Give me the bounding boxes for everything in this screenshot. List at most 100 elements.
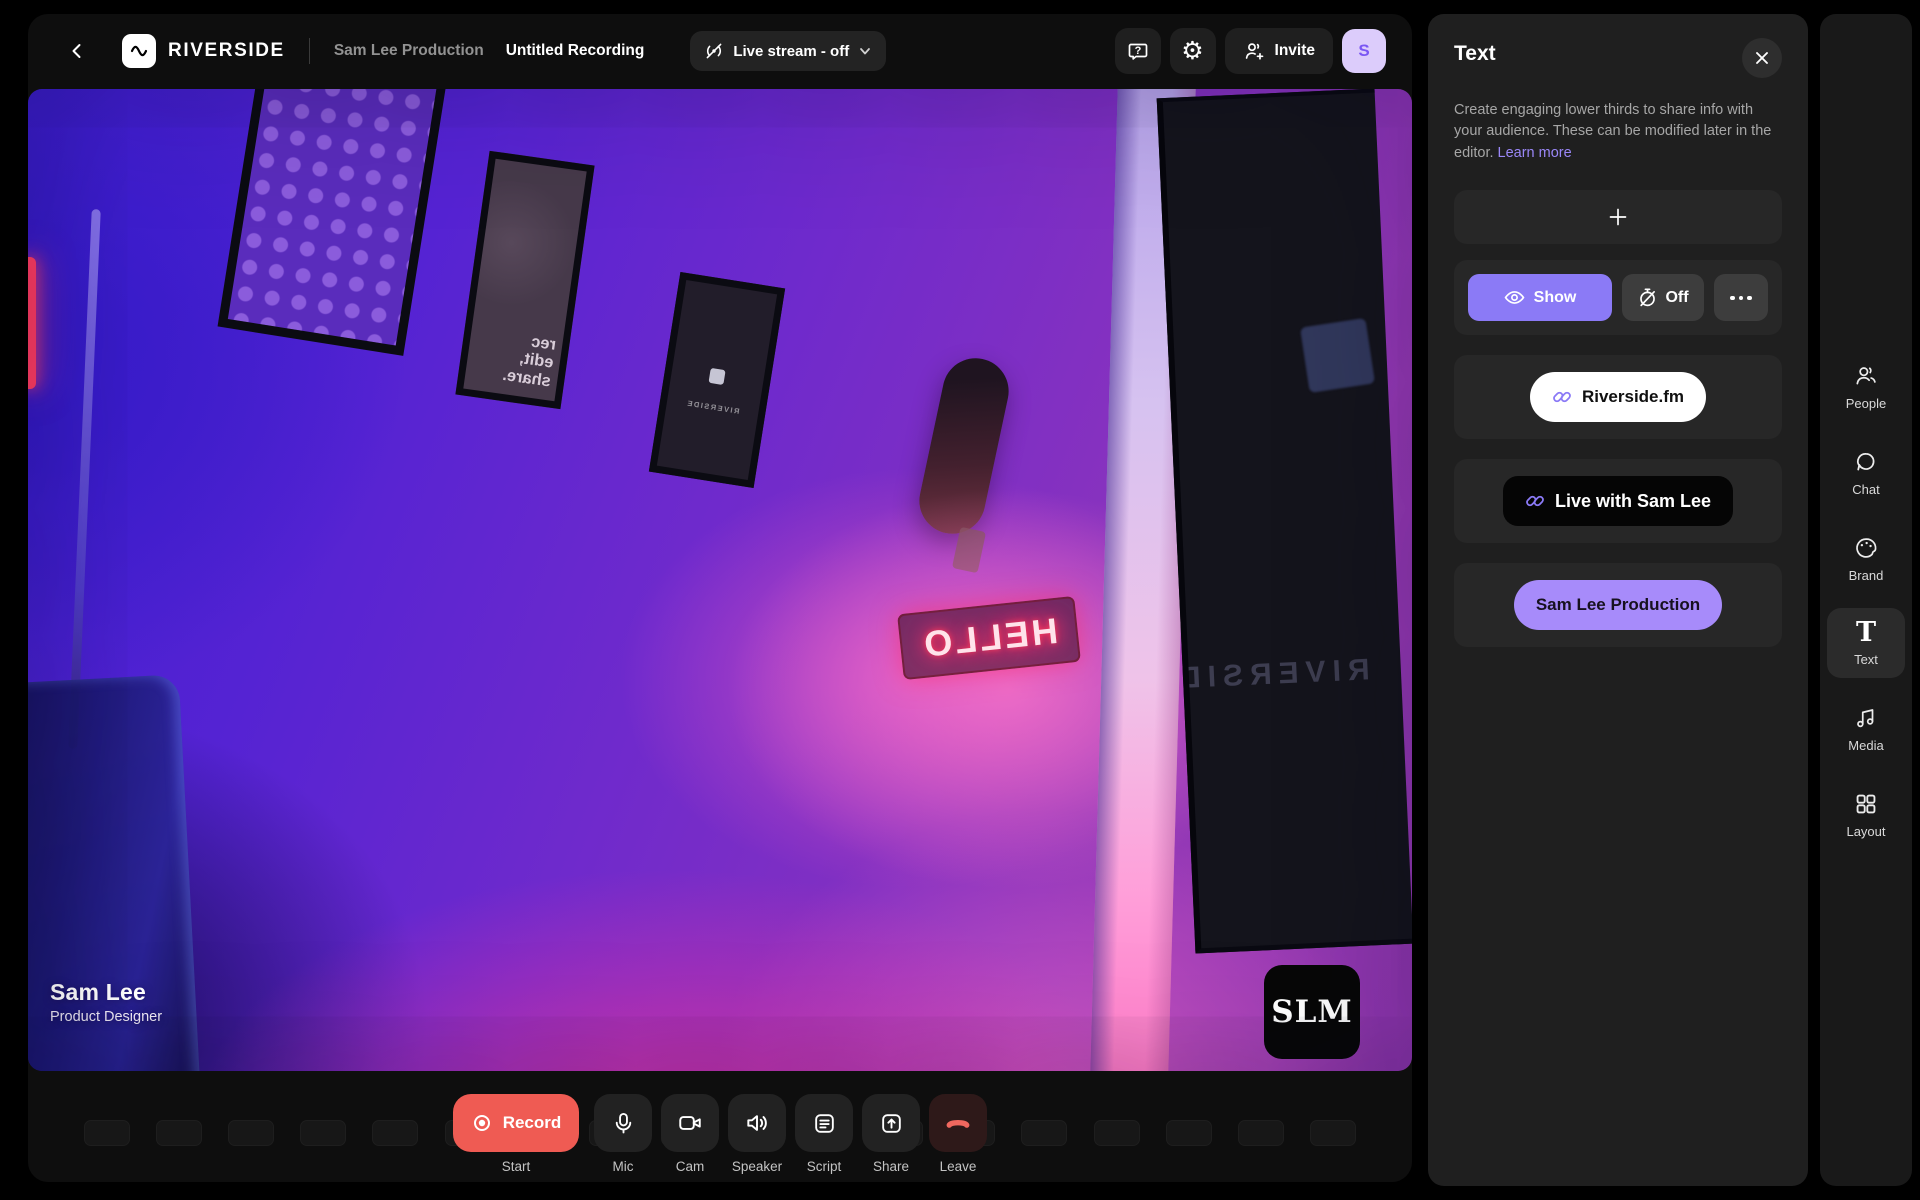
leave-phone-icon — [944, 1109, 972, 1137]
sidebar-item-people[interactable]: People — [1827, 350, 1905, 422]
hello-neon-sign: HELLO — [897, 596, 1081, 680]
frame-logo-mark — [1300, 318, 1375, 393]
invite-person-plus-icon — [1243, 40, 1265, 62]
leave-button[interactable] — [929, 1094, 987, 1152]
sidebar-item-media[interactable]: Media — [1827, 692, 1905, 764]
main-stage: RIVERSIDE Sam Lee Production Untitled Re… — [28, 14, 1412, 1182]
plus-icon — [1607, 206, 1629, 228]
panel-title: Text — [1454, 42, 1496, 66]
live-stream-off-icon — [704, 41, 724, 61]
lower-third-option-production[interactable]: Sam Lee Production — [1454, 563, 1782, 647]
lower-third: Sam Lee Product Designer — [50, 979, 162, 1025]
participant-name: Sam Lee — [50, 979, 162, 1006]
top-bar: RIVERSIDE Sam Lee Production Untitled Re… — [28, 14, 1412, 88]
more-options-button[interactable] — [1714, 274, 1768, 321]
invite-label: Invite — [1275, 42, 1315, 60]
show-label: Show — [1534, 289, 1577, 307]
script-button[interactable] — [795, 1094, 853, 1152]
leave-item: Leave — [929, 1094, 987, 1174]
cam-button[interactable] — [661, 1094, 719, 1152]
live-stream-dropdown[interactable]: Live stream - off — [690, 31, 886, 71]
palette-icon — [1853, 535, 1879, 561]
cam-item: Cam — [661, 1094, 719, 1174]
wall-poster-logo: RIVERSIDE — [649, 272, 785, 488]
mic-icon — [611, 1111, 636, 1136]
gear-icon: ⚙ — [1181, 39, 1203, 64]
layout-grid-icon — [1853, 791, 1879, 817]
timer-off-button[interactable]: Off — [1622, 274, 1704, 321]
sidebar-item-layout[interactable]: Layout — [1827, 778, 1905, 850]
help-button[interactable]: ? — [1115, 28, 1161, 74]
lower-third-pill[interactable]: Live with Sam Lee — [1503, 476, 1733, 526]
show-button[interactable]: Show — [1468, 274, 1612, 321]
mic-item: Mic — [594, 1094, 652, 1174]
sidebar-item-brand[interactable]: Brand — [1827, 522, 1905, 594]
share-icon — [879, 1111, 904, 1136]
panel-description: Create engaging lower thirds to share in… — [1454, 100, 1782, 164]
people-icon — [1853, 363, 1879, 389]
wall-poster-rec-edit-share: recedit,share. — [455, 151, 594, 409]
right-sidebar: People Chat Brand T Text Media Layout — [1820, 14, 1912, 1186]
cam-icon — [677, 1110, 703, 1136]
lower-third-option-live[interactable]: Live with Sam Lee — [1454, 459, 1782, 543]
speaker-icon — [744, 1110, 770, 1136]
chevron-down-icon — [858, 44, 872, 58]
script-item: Script — [795, 1094, 853, 1174]
poster-logo-mark — [709, 368, 726, 385]
breadcrumb-production[interactable]: Sam Lee Production — [334, 42, 484, 60]
help-icon: ? — [1127, 40, 1149, 62]
link-icon — [1552, 387, 1572, 407]
close-panel-button[interactable] — [1742, 38, 1782, 78]
sidebar-item-text[interactable]: T Text — [1827, 608, 1905, 678]
lamp-pole — [68, 209, 101, 749]
left-neon-sliver — [28, 257, 36, 389]
avatar[interactable]: S — [1342, 29, 1386, 73]
text-panel: Text Create engaging lower thirds to sha… — [1428, 14, 1808, 1186]
settings-button[interactable]: ⚙ — [1170, 28, 1216, 74]
avatar-initial: S — [1358, 41, 1369, 61]
add-lower-third-button[interactable] — [1454, 190, 1782, 244]
record-button[interactable]: Record — [453, 1094, 579, 1152]
topbar-right-group: ? ⚙ Invite S — [1115, 28, 1386, 74]
record-label: Record — [503, 1113, 562, 1133]
speaker-item: Speaker — [728, 1094, 786, 1174]
close-icon — [1754, 50, 1770, 66]
lower-third-pill[interactable]: Riverside.fm — [1530, 372, 1706, 422]
learn-more-link[interactable]: Learn more — [1498, 145, 1572, 161]
off-label: Off — [1665, 289, 1688, 307]
skateboard — [913, 352, 1015, 540]
svg-text:?: ? — [1134, 45, 1141, 57]
invite-button[interactable]: Invite — [1225, 28, 1333, 74]
record-item: Record Start — [453, 1094, 579, 1174]
large-dark-frame: RIVERSIDE — [1157, 89, 1412, 954]
mic-button[interactable] — [594, 1094, 652, 1152]
panel-header: Text — [1454, 38, 1782, 78]
divider — [309, 38, 310, 64]
brand-wordmark: RIVERSIDE — [168, 40, 285, 62]
riverside-logo-icon[interactable] — [122, 34, 156, 68]
speaker-button[interactable] — [728, 1094, 786, 1152]
breadcrumb-recording[interactable]: Untitled Recording — [506, 42, 645, 60]
share-item: Share — [862, 1094, 920, 1174]
text-icon: T — [1856, 621, 1876, 645]
sidebar-item-chat[interactable]: Chat — [1827, 436, 1905, 508]
back-button[interactable] — [54, 28, 100, 74]
link-icon — [1525, 491, 1545, 511]
brand-badge: SLM — [1264, 965, 1360, 1059]
call-toolbar: Record Start Mic Cam — [28, 1094, 1412, 1174]
lower-third-pill[interactable]: Sam Lee Production — [1514, 580, 1722, 630]
timer-off-icon — [1637, 287, 1658, 308]
eye-icon — [1504, 287, 1525, 308]
chat-icon — [1853, 449, 1879, 475]
share-button[interactable] — [862, 1094, 920, 1152]
record-icon — [471, 1112, 493, 1134]
visibility-controls-card: Show Off — [1454, 260, 1782, 335]
back-chevron-icon — [68, 42, 86, 60]
wall-poster-pattern: RIVERSIDE — [218, 89, 451, 356]
record-sub-label: Start — [502, 1159, 531, 1174]
script-icon — [812, 1111, 837, 1136]
live-stream-label: Live stream - off — [733, 43, 849, 60]
music-note-icon — [1853, 705, 1879, 731]
lower-third-option-riverside[interactable]: Riverside.fm — [1454, 355, 1782, 439]
ellipsis-icon — [1730, 296, 1735, 301]
